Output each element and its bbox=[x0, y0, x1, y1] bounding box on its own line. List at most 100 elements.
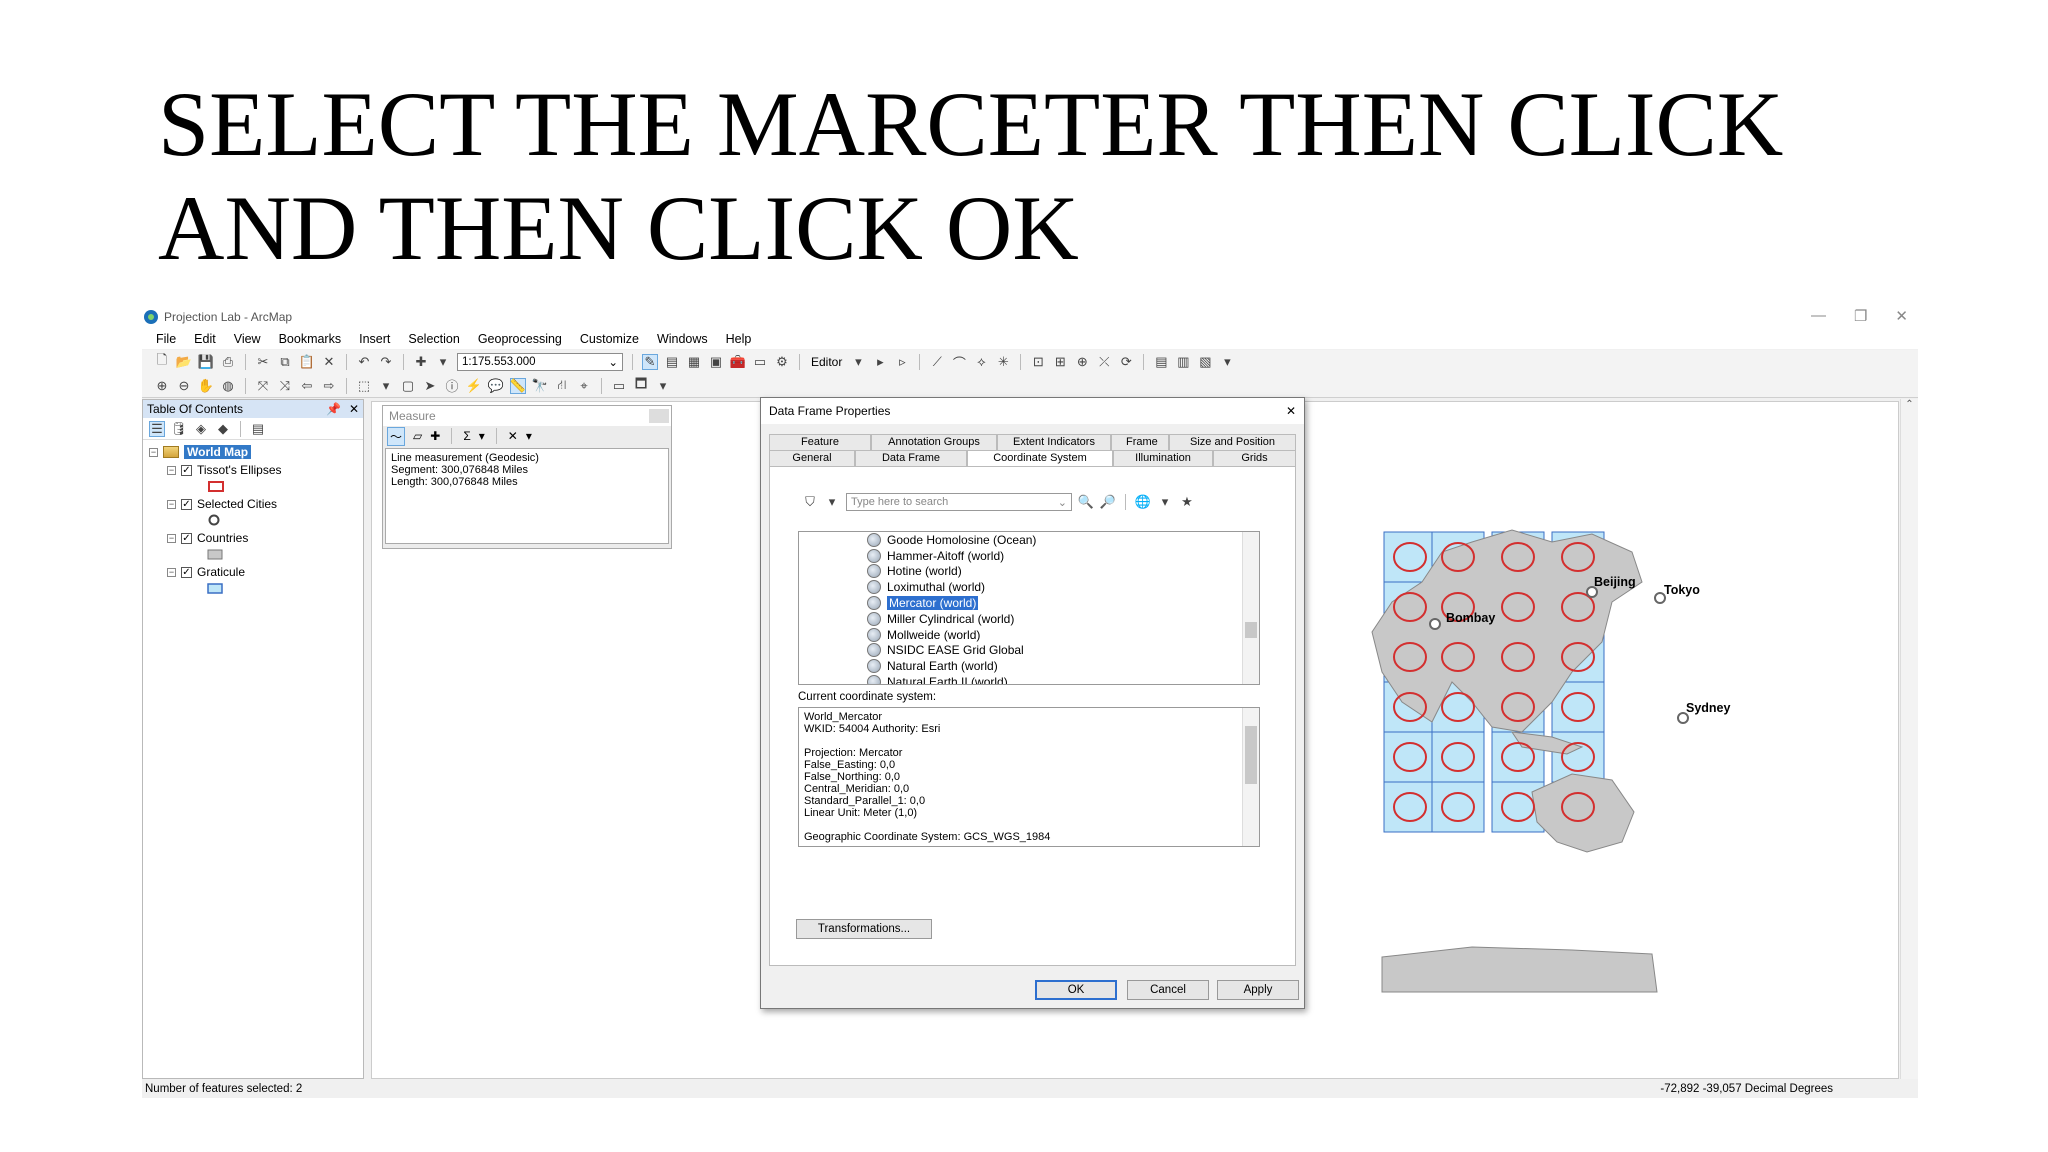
find-route-icon[interactable]: ⛙ bbox=[554, 377, 570, 394]
find-icon[interactable]: 🔭 bbox=[532, 378, 548, 394]
tab-coordinate-system[interactable]: Coordinate System bbox=[967, 450, 1113, 466]
edit-vertices-icon[interactable]: ⊡ bbox=[1030, 354, 1046, 370]
collapse-icon[interactable]: − bbox=[167, 533, 176, 543]
add-to-favorites-icon[interactable]: ★ bbox=[1179, 494, 1195, 510]
save-icon[interactable]: 💾 bbox=[198, 354, 214, 370]
dropdown-arrow-icon[interactable]: ▾ bbox=[655, 378, 671, 394]
attributes-icon[interactable]: ▤ bbox=[1153, 354, 1169, 370]
delete-icon[interactable]: ✕ bbox=[321, 354, 337, 370]
editor-menu[interactable]: Editor bbox=[811, 355, 842, 369]
map-vertical-scrollbar[interactable]: ⌃ bbox=[1900, 399, 1918, 1079]
show-total-icon[interactable]: Σ bbox=[463, 429, 470, 443]
cut-polygons-icon[interactable]: ⊕ bbox=[1074, 354, 1090, 370]
straight-segment-icon[interactable]: ⟋ bbox=[929, 354, 945, 370]
identify-icon[interactable]: ⓘ bbox=[444, 378, 460, 394]
editor-toolbar-icon[interactable]: ✎ bbox=[642, 354, 658, 370]
close-icon[interactable]: ✕ bbox=[1895, 307, 1908, 325]
collapse-icon[interactable]: − bbox=[167, 499, 176, 509]
search-icon[interactable]: 🔍 bbox=[1078, 494, 1094, 510]
trace-icon[interactable]: ⟡ bbox=[973, 354, 989, 370]
collapse-icon[interactable]: − bbox=[167, 465, 176, 475]
hyperlink-icon[interactable]: ⚡ bbox=[466, 378, 482, 394]
layer-name[interactable]: Graticule bbox=[197, 565, 245, 579]
list-item[interactable]: Loximuthal (world) bbox=[799, 579, 1259, 595]
collapse-icon[interactable]: − bbox=[149, 447, 158, 457]
scroll-up-icon[interactable]: ⌃ bbox=[1901, 399, 1918, 410]
tab-data-frame[interactable]: Data Frame bbox=[855, 450, 967, 466]
minimize-icon[interactable]: — bbox=[1811, 307, 1826, 325]
dropdown-arrow-icon[interactable]: ▾ bbox=[378, 378, 394, 394]
clear-results-icon[interactable]: ✕ bbox=[508, 429, 518, 443]
open-folder-icon[interactable]: 📂 bbox=[176, 354, 192, 370]
dropdown-arrow-icon[interactable]: ▾ bbox=[1219, 354, 1235, 370]
dropdown-arrow-icon[interactable]: ▾ bbox=[479, 429, 485, 443]
layer-name[interactable]: Countries bbox=[197, 531, 248, 545]
projection-name[interactable]: NSIDC EASE Grid Global bbox=[887, 643, 1024, 657]
add-coordinate-system-icon[interactable]: 🌐 bbox=[1135, 494, 1151, 510]
projection-name-selected[interactable]: Mercator (world) bbox=[887, 596, 979, 611]
list-item[interactable]: Hammer-Aitoff (world) bbox=[799, 548, 1259, 564]
table-of-contents-icon[interactable]: ▤ bbox=[664, 354, 680, 370]
list-by-drawing-order-icon[interactable]: ☰ bbox=[149, 420, 165, 437]
tab-size-and-position[interactable]: Size and Position bbox=[1169, 434, 1296, 450]
projection-name[interactable]: Miller Cylindrical (world) bbox=[887, 612, 1014, 626]
projection-name[interactable]: Hotine (world) bbox=[887, 564, 962, 578]
tab-feature-cache[interactable]: Feature Cache bbox=[769, 434, 871, 462]
cs-scrollbar[interactable] bbox=[1242, 708, 1259, 846]
projection-name[interactable]: Hammer-Aitoff (world) bbox=[887, 549, 1004, 563]
dropdown-arrow-icon[interactable]: ▾ bbox=[526, 429, 532, 443]
apply-button[interactable]: Apply bbox=[1217, 980, 1299, 1000]
reshape-icon[interactable]: ⊞ bbox=[1052, 354, 1068, 370]
measure-icon[interactable]: 📏 bbox=[510, 377, 526, 394]
menu-insert[interactable]: Insert bbox=[359, 332, 390, 346]
sketch-properties-icon[interactable]: ▥ bbox=[1175, 354, 1191, 370]
tab-grids[interactable]: Grids bbox=[1213, 450, 1296, 466]
list-item[interactable]: Natural Earth II (world) bbox=[799, 674, 1259, 684]
list-by-visibility-icon[interactable]: ◈ bbox=[193, 421, 209, 437]
list-item[interactable]: Goode Homolosine (Ocean) bbox=[799, 532, 1259, 548]
tab-general[interactable]: General bbox=[769, 450, 855, 466]
measure-feature-icon[interactable]: ✚ bbox=[430, 429, 440, 443]
select-elements-icon[interactable]: ➤ bbox=[422, 378, 438, 394]
add-data-icon[interactable]: ✚ bbox=[413, 354, 429, 370]
tab-extent-indicators[interactable]: Extent Indicators bbox=[997, 434, 1111, 450]
list-item-selected[interactable]: Mercator (world) bbox=[799, 595, 1259, 611]
edit-tool-icon[interactable]: ▸ bbox=[872, 354, 888, 370]
create-features-icon[interactable]: ▧ bbox=[1197, 354, 1213, 370]
search-input[interactable]: Type here to search ⌄ bbox=[846, 493, 1072, 511]
end-point-arc-icon[interactable]: ⌒ bbox=[951, 354, 967, 371]
new-document-icon[interactable]: 🗋 bbox=[154, 352, 170, 370]
restore-icon[interactable]: ❐ bbox=[1854, 307, 1867, 325]
filter-icon[interactable]: ⛉ bbox=[802, 494, 818, 510]
point-icon[interactable]: ✳ bbox=[995, 354, 1011, 370]
projection-name[interactable]: Mollweide (world) bbox=[887, 628, 980, 642]
search-window-icon[interactable]: ▣ bbox=[708, 354, 724, 370]
edit-annotation-icon[interactable]: ▹ bbox=[894, 354, 910, 370]
undo-icon[interactable]: ↶ bbox=[356, 354, 372, 370]
copy-icon[interactable]: ⧉ bbox=[277, 354, 293, 370]
projection-name[interactable]: Natural Earth (world) bbox=[887, 659, 998, 673]
close-icon[interactable]: ✕ bbox=[349, 402, 359, 416]
time-slider-icon[interactable]: ▭ bbox=[611, 378, 627, 394]
map-scale-combobox[interactable]: 1:175.553.000 ⌄ bbox=[457, 353, 623, 371]
menu-geoprocessing[interactable]: Geoprocessing bbox=[478, 332, 562, 346]
menu-view[interactable]: View bbox=[234, 332, 261, 346]
back-extent-icon[interactable]: ⇦ bbox=[299, 378, 315, 394]
full-extent-icon[interactable]: ◍ bbox=[220, 378, 236, 394]
redo-icon[interactable]: ↷ bbox=[378, 354, 394, 370]
chevron-down-icon[interactable]: ⌄ bbox=[1058, 496, 1067, 509]
model-builder-icon[interactable]: ⚙ bbox=[774, 354, 790, 370]
ok-button[interactable]: OK bbox=[1035, 980, 1117, 1000]
menu-file[interactable]: File bbox=[156, 332, 176, 346]
layer-row[interactable]: − ✓ Selected Cities bbox=[143, 496, 363, 512]
create-viewer-window-icon[interactable]: 🗖 bbox=[633, 376, 649, 394]
zoom-in-icon[interactable]: ⊕ bbox=[154, 378, 170, 394]
print-icon[interactable]: ⎙ bbox=[220, 354, 236, 370]
measure-line-icon[interactable]: 〜 bbox=[387, 426, 406, 446]
close-icon[interactable] bbox=[649, 409, 669, 423]
search-globe-icon[interactable]: 🔎 bbox=[1100, 494, 1116, 510]
menu-help[interactable]: Help bbox=[726, 332, 752, 346]
transformations-button[interactable]: Transformations... bbox=[796, 919, 932, 939]
scroll-thumb[interactable] bbox=[1245, 622, 1257, 638]
arctoolbox-icon[interactable]: 🧰 bbox=[730, 354, 746, 370]
